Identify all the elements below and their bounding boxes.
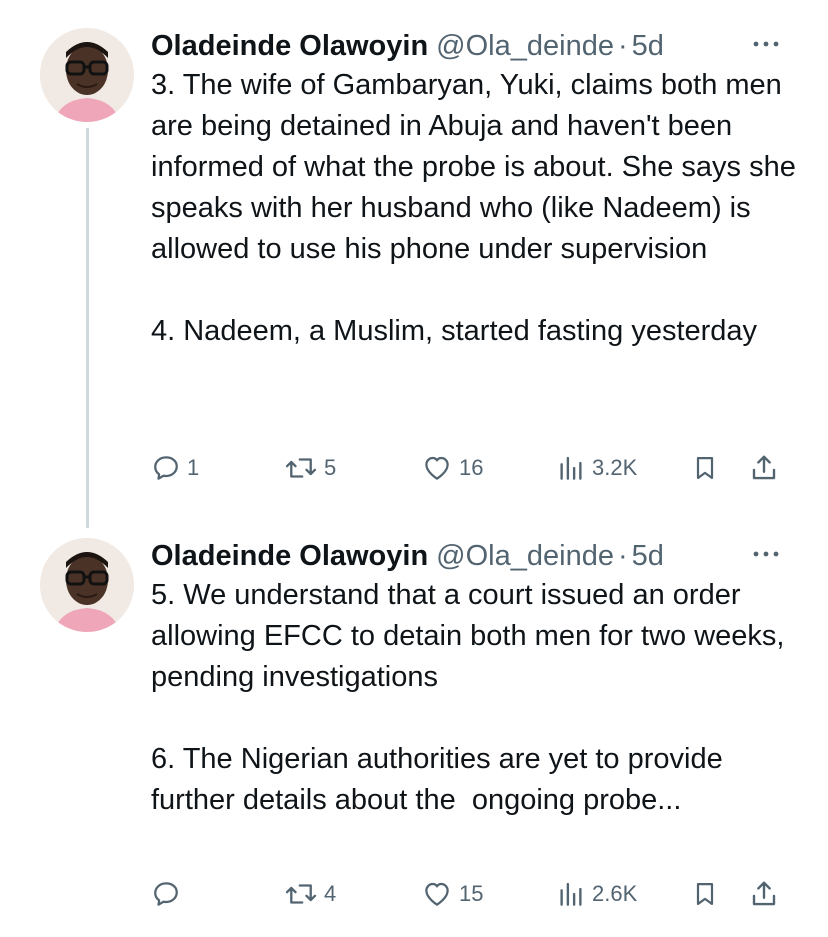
author-handle[interactable]: @Ola_deinde (436, 540, 614, 573)
repost-count: 5 (324, 455, 337, 480)
more-dots-icon[interactable] (752, 34, 780, 54)
repost-count: 4 (324, 881, 337, 906)
bookmark-button[interactable] (691, 451, 719, 485)
tweet-text: 5. We understand that a court issued an … (151, 579, 785, 816)
share-icon (749, 453, 779, 483)
like-count: 15 (459, 881, 484, 906)
reply-count: 1 (187, 455, 200, 480)
tweet-actions: 4 15 2.6K (151, 877, 791, 911)
views-button[interactable]: 2.6K (556, 877, 637, 911)
share-button[interactable] (749, 877, 779, 911)
views-count: 2.6K (592, 881, 638, 906)
repost-icon (284, 453, 318, 483)
like-button[interactable]: 16 (421, 451, 483, 485)
bookmark-icon (691, 879, 719, 909)
views-icon (556, 879, 586, 909)
like-count: 16 (459, 455, 484, 480)
separator: · (617, 539, 628, 572)
timestamp[interactable]: 5d (632, 30, 664, 63)
share-icon (749, 879, 779, 909)
repost-button[interactable]: 5 (284, 451, 336, 485)
author-name[interactable]: Oladeinde Olawoyin (151, 30, 428, 63)
like-icon (421, 453, 453, 483)
share-button[interactable] (749, 451, 779, 485)
tweet-text: 3. The wife of Gambaryan, Yuki, claims b… (151, 69, 796, 347)
tweet-header: Oladeinde Olawoyin @Ola_deinde · 5d (151, 28, 664, 64)
bookmark-button[interactable] (691, 877, 719, 911)
reply-icon (151, 453, 181, 483)
author-name[interactable]: Oladeinde Olawoyin (151, 540, 428, 573)
like-icon (421, 879, 453, 909)
avatar[interactable] (40, 538, 134, 632)
tweet-actions: 1 5 16 3.2K (151, 451, 791, 485)
timestamp[interactable]: 5d (632, 540, 664, 573)
like-button[interactable]: 15 (421, 877, 483, 911)
separator: · (617, 29, 628, 62)
tweet[interactable]: Oladeinde Olawoyin @Ola_deinde · 5d 3. T… (0, 28, 828, 498)
author-handle[interactable]: @Ola_deinde (436, 30, 614, 63)
repost-button[interactable]: 4 (284, 877, 336, 911)
reply-button[interactable] (151, 877, 187, 911)
reply-icon (151, 879, 181, 909)
views-count: 3.2K (592, 455, 638, 480)
views-button[interactable]: 3.2K (556, 451, 637, 485)
views-icon (556, 453, 586, 483)
repost-icon (284, 879, 318, 909)
bookmark-icon (691, 453, 719, 483)
avatar[interactable] (40, 28, 134, 122)
tweet-header: Oladeinde Olawoyin @Ola_deinde · 5d (151, 538, 664, 574)
more-dots-icon[interactable] (752, 544, 780, 564)
tweet[interactable]: Oladeinde Olawoyin @Ola_deinde · 5d 5. W… (0, 538, 828, 918)
reply-button[interactable]: 1 (151, 451, 199, 485)
